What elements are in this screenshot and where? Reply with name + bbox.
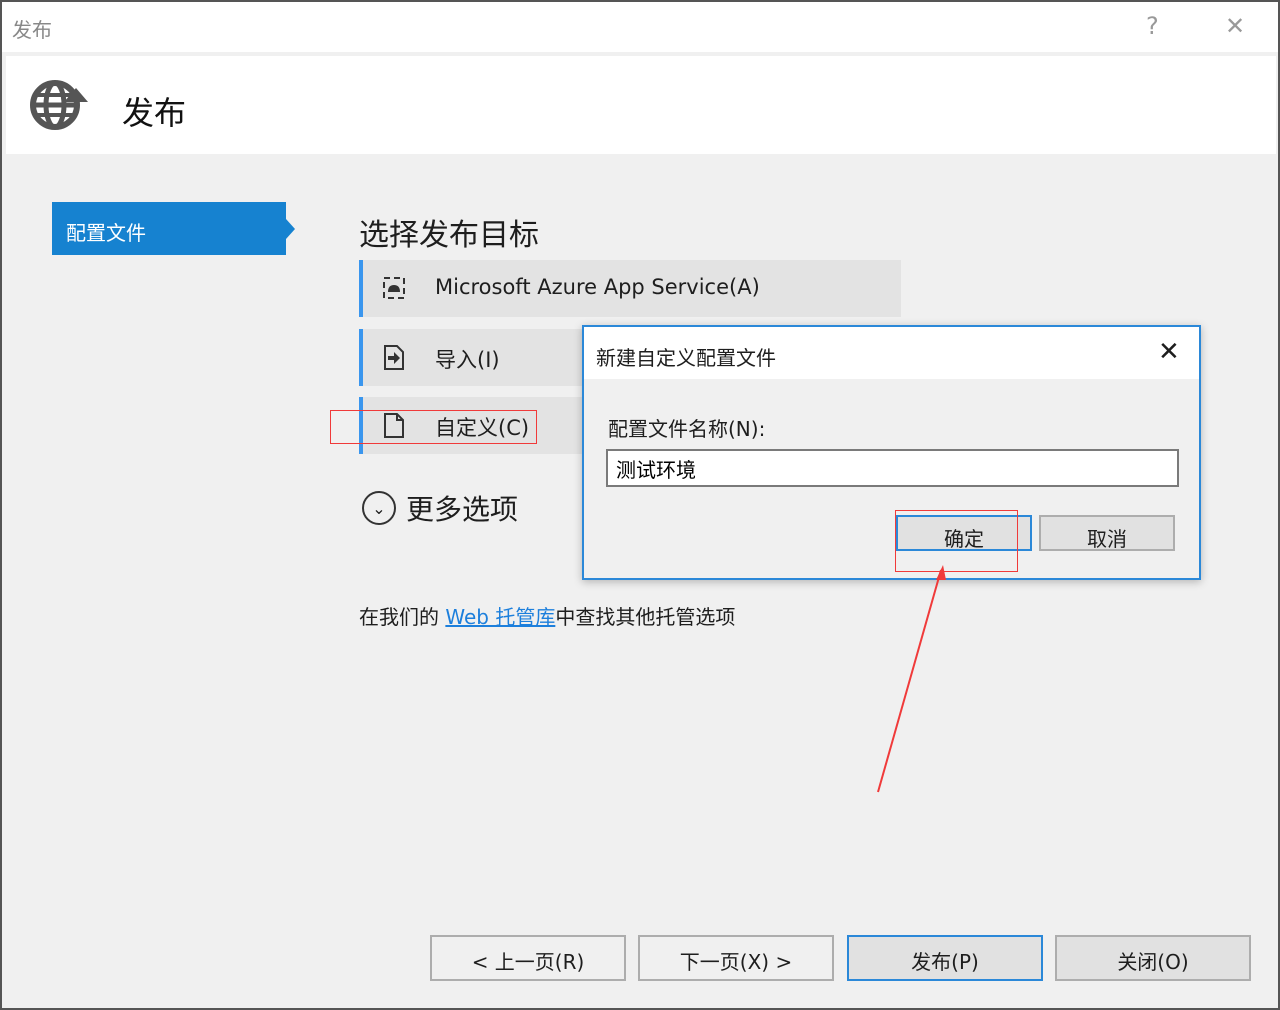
annotation-arrow xyxy=(877,565,946,793)
target-label: Microsoft Azure App Service(A) xyxy=(435,275,760,299)
profile-name-input[interactable] xyxy=(606,449,1179,487)
publish-button[interactable]: 发布(P) xyxy=(847,935,1043,981)
import-icon xyxy=(384,345,404,370)
find-suffix: 中查找其他托管选项 xyxy=(555,605,736,629)
chevron-down-icon: ⌄ xyxy=(362,491,396,525)
profile-name-label: 配置文件名称(N): xyxy=(608,417,766,441)
target-azure-app-service[interactable]: Microsoft Azure App Service(A) xyxy=(359,260,901,317)
annotation-box xyxy=(330,410,537,444)
cancel-button[interactable]: 取消 xyxy=(1039,515,1175,551)
find-prefix: 在我们的 xyxy=(359,605,446,629)
more-options-toggle[interactable]: ⌄ 更多选项 xyxy=(362,488,518,528)
window-close-button[interactable]: ✕ xyxy=(1225,12,1245,40)
new-custom-profile-dialog: 新建自定义配置文件 ✕ 配置文件名称(N): 确定 取消 xyxy=(582,325,1201,580)
sidebar-item-profile[interactable]: 配置文件 xyxy=(52,202,295,255)
globe-publish-icon xyxy=(30,80,88,130)
window-title: 发布 xyxy=(12,18,52,42)
web-hosting-gallery-link[interactable]: Web 托管库 xyxy=(445,605,555,629)
close-button[interactable]: 关闭(O) xyxy=(1055,935,1251,981)
page-title: 发布 xyxy=(122,94,187,132)
dialog-title: 新建自定义配置文件 xyxy=(596,346,776,370)
next-button[interactable]: 下一页(X) > xyxy=(638,935,834,981)
azure-app-service-icon xyxy=(383,277,405,299)
section-heading: 选择发布目标 xyxy=(359,218,539,253)
find-hosting-text: 在我们的 Web 托管库中查找其他托管选项 xyxy=(359,601,735,630)
help-button[interactable]: ? xyxy=(1146,12,1159,40)
more-options-label: 更多选项 xyxy=(406,493,519,526)
title-bar xyxy=(2,2,1278,52)
target-label: 导入(I) xyxy=(435,348,500,372)
dialog-close-button[interactable]: ✕ xyxy=(1158,337,1180,367)
prev-button[interactable]: < 上一页(R) xyxy=(430,935,626,981)
header xyxy=(6,56,1276,154)
